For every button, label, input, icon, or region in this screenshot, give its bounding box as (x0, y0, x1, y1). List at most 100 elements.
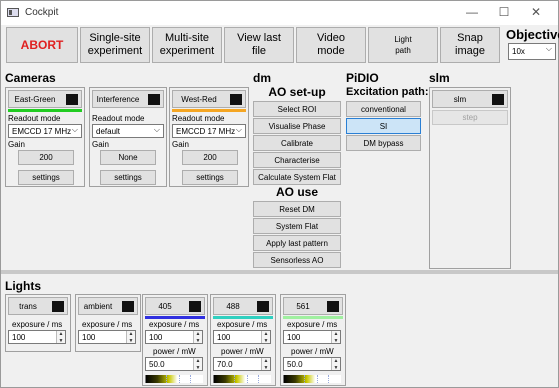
power-spinbox[interactable]: 50.0 ▲ ▼ (283, 357, 341, 371)
light-status-led (327, 301, 339, 312)
exposure-value: 100 (82, 332, 96, 342)
gain-button[interactable]: 200 (18, 150, 74, 165)
excitation-path-option[interactable]: conventional (346, 101, 421, 117)
multi-site-experiment-button[interactable]: Multi-site experiment (152, 27, 222, 63)
power-value: 50.0 (149, 359, 165, 369)
readout-mode-select[interactable]: EMCCD 17 MHz ⌵ (172, 124, 246, 138)
gain-button[interactable]: 200 (182, 150, 238, 165)
power-level-bar (283, 375, 341, 383)
objective-select[interactable]: 10x ⌵ (508, 43, 556, 60)
main-toolbar: ABORT Single-site experiment Multi-site … (1, 25, 558, 65)
dm-setup-button[interactable]: Visualise Phase (253, 118, 341, 134)
exposure-spinbox[interactable]: 100 ▲ ▼ (145, 330, 203, 344)
abort-button[interactable]: ABORT (6, 27, 78, 63)
light-toggle[interactable]: ambient (78, 297, 138, 315)
power-level-ticks (166, 375, 199, 383)
readout-mode-value: EMCCD 17 MHz (176, 126, 236, 136)
light-status-led (122, 301, 134, 312)
light-status-led (52, 301, 64, 312)
readout-mode-select[interactable]: default ⌵ (92, 124, 164, 138)
light-panel: ambient exposure / ms 100 ▲ ▼ (75, 294, 141, 352)
cockpit-window: Cockpit — ☐ ✕ ABORT Single-site experime… (0, 0, 559, 388)
view-last-file-button[interactable]: View last file (224, 27, 294, 63)
power-level-ticks (304, 375, 337, 383)
power-level-bar (145, 375, 203, 383)
exposure-spinbox[interactable]: 100 ▲ ▼ (78, 330, 136, 344)
light-name: trans (19, 301, 37, 311)
snap-image-button[interactable]: Snap image (440, 27, 500, 63)
exposure-value: 100 (217, 332, 231, 342)
exposure-spinbox[interactable]: 100 ▲ ▼ (283, 330, 341, 344)
dm-use-button[interactable]: Apply last pattern (253, 235, 341, 251)
maximize-button[interactable]: ☐ (493, 5, 515, 19)
pidio-title: PiDIO (346, 71, 379, 85)
light-toggle[interactable]: 561 (283, 297, 343, 315)
camera-status-led (230, 94, 242, 105)
dm-setup-button[interactable]: Calculate System Flat (253, 169, 341, 185)
gain-button[interactable]: None (100, 150, 156, 165)
power-spinbox[interactable]: 50.0 ▲ ▼ (145, 357, 203, 371)
single-site-experiment-button[interactable]: Single-site experiment (80, 27, 150, 63)
camera-toggle-east-green[interactable]: East-Green (8, 90, 82, 108)
camera-toggle-west-red[interactable]: West-Red (172, 90, 246, 108)
readout-mode-label: Readout mode (92, 114, 145, 123)
exposure-label: exposure / ms (217, 320, 268, 329)
exposure-value: 100 (149, 332, 163, 342)
camera-settings-button[interactable]: settings (182, 170, 238, 185)
light-panel: 488 exposure / ms 100 ▲ ▼ power / mW 70.0 ▲ ▼ (210, 294, 276, 386)
readout-mode-value: EMCCD 17 MHz (12, 126, 72, 136)
slm-status-led (492, 94, 504, 105)
panel-splitter[interactable] (1, 270, 558, 274)
camera-color-strip (92, 109, 164, 112)
dm-use-button[interactable]: Sensorless AO (253, 252, 341, 268)
camera-name: East-Green (14, 94, 56, 104)
excitation-path-option[interactable]: SI (346, 118, 421, 134)
camera-settings-button[interactable]: settings (18, 170, 74, 185)
exposure-label: exposure / ms (149, 320, 200, 329)
spin-arrows-icon: ▲ ▼ (56, 331, 65, 344)
readout-mode-label: Readout mode (8, 114, 61, 123)
exposure-spinbox[interactable]: 100 ▲ ▼ (213, 330, 271, 344)
light-name: 488 (226, 301, 240, 311)
readout-mode-select[interactable]: EMCCD 17 MHz ⌵ (8, 124, 82, 138)
readout-mode-value: default (96, 126, 121, 136)
power-spinbox[interactable]: 70.0 ▲ ▼ (213, 357, 271, 371)
exposure-label: exposure / ms (12, 320, 63, 329)
dm-setup-button[interactable]: Characterise (253, 152, 341, 168)
video-mode-button[interactable]: Video mode (296, 27, 366, 63)
power-value: 70.0 (217, 359, 233, 369)
dm-setup-button[interactable]: Calibrate (253, 135, 341, 151)
minimize-button[interactable]: — (461, 5, 483, 19)
power-label: power / mW (221, 347, 264, 356)
exposure-spinbox[interactable]: 100 ▲ ▼ (8, 330, 66, 344)
excitation-path-option[interactable]: DM bypass (346, 135, 421, 151)
light-path-button[interactable]: Light path (368, 27, 438, 63)
light-status-led (189, 301, 201, 312)
spin-arrows-icon: ▲ ▼ (126, 331, 135, 344)
slm-toggle[interactable]: slm (432, 90, 508, 108)
title-bar: Cockpit — ☐ ✕ (1, 1, 558, 25)
camera-panel-interference: Interference Readout mode default ⌵ Gain… (89, 87, 167, 187)
excitation-path-title: Excitation path: (346, 86, 429, 98)
chevron-down-icon: ⌵ (545, 44, 552, 53)
camera-settings-button[interactable]: settings (100, 170, 156, 185)
close-button[interactable]: ✕ (525, 5, 547, 19)
dm-use-button[interactable]: Reset DM (253, 201, 341, 217)
chevron-down-icon: ⌵ (153, 125, 160, 134)
light-panel: trans exposure / ms 100 ▲ ▼ (5, 294, 71, 352)
camera-status-led (66, 94, 78, 105)
slm-step-button[interactable]: step (432, 110, 508, 125)
exposure-value: 100 (287, 332, 301, 342)
gain-label: Gain (172, 140, 189, 149)
gain-label: Gain (92, 140, 109, 149)
light-toggle[interactable]: 405 (145, 297, 205, 315)
cameras-title: Cameras (5, 71, 56, 85)
camera-toggle-interference[interactable]: Interference (92, 90, 164, 108)
camera-name: Interference (96, 94, 140, 104)
ao-use-title: AO use (275, 185, 318, 199)
light-toggle[interactable]: trans (8, 297, 68, 315)
dm-setup-button[interactable]: Select ROI (253, 101, 341, 117)
light-toggle[interactable]: 488 (213, 297, 273, 315)
light-color-strip (145, 316, 205, 319)
dm-use-button[interactable]: System Flat (253, 218, 341, 234)
